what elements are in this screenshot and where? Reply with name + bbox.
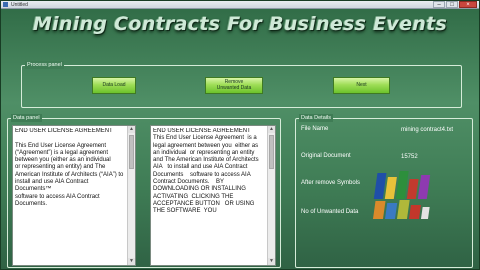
scroll-down-icon[interactable]: ▼ bbox=[128, 258, 135, 265]
original-document-value: 15752 bbox=[401, 154, 418, 160]
unwanted-data-label: No of Unwanted Data bbox=[301, 209, 359, 215]
original-text-scrollbar[interactable]: ▲ ▼ bbox=[127, 126, 135, 265]
title-bar: Untitled – □ × bbox=[1, 1, 479, 9]
scroll-thumb[interactable] bbox=[269, 135, 274, 169]
original-text-box[interactable]: END USER LICENSE AGREEMENT This End User… bbox=[12, 125, 136, 266]
process-panel: Process panel Data Load Remove Unwanted … bbox=[21, 61, 462, 108]
original-text-content[interactable]: END USER LICENSE AGREEMENT This End User… bbox=[15, 128, 126, 265]
minimize-icon[interactable]: – bbox=[433, 1, 445, 8]
process-panel-label: Process panel bbox=[25, 61, 64, 69]
file-name-label: File Name bbox=[301, 126, 329, 132]
decorative-logo-icon bbox=[372, 171, 431, 219]
scroll-up-icon[interactable]: ▲ bbox=[128, 126, 135, 133]
window-controls: – □ × bbox=[432, 1, 477, 8]
scroll-up-icon[interactable]: ▲ bbox=[268, 126, 275, 133]
window-title: Untitled bbox=[11, 2, 28, 8]
file-name-value: mining contract4.txt bbox=[401, 127, 454, 133]
data-panel-label: Data panel bbox=[11, 114, 42, 122]
app-window: Untitled – □ × Mining Contracts For Busi… bbox=[0, 0, 480, 270]
original-document-label: Original Document bbox=[301, 153, 351, 159]
scroll-thumb[interactable] bbox=[129, 135, 134, 169]
window-icon bbox=[3, 2, 8, 7]
data-load-button[interactable]: Data Load bbox=[92, 77, 136, 94]
processed-text-box[interactable]: END USER LICENSE AGREEMENT This End User… bbox=[150, 125, 276, 266]
scroll-down-icon[interactable]: ▼ bbox=[268, 258, 275, 265]
next-button[interactable]: Next bbox=[333, 77, 390, 94]
close-icon[interactable]: × bbox=[459, 1, 477, 8]
data-details-label: Data Details bbox=[299, 114, 333, 122]
page-title: Mining Contracts For Business Events bbox=[32, 13, 448, 35]
maximize-icon[interactable]: □ bbox=[446, 1, 458, 8]
processed-text-scrollbar[interactable]: ▲ ▼ bbox=[267, 126, 275, 265]
data-panel: Data panel END USER LICENSE AGREEMENT Th… bbox=[7, 114, 281, 268]
remove-unwanted-data-button[interactable]: Remove Unwanted Data bbox=[205, 77, 263, 94]
processed-text-content[interactable]: END USER LICENSE AGREEMENT This End User… bbox=[153, 128, 266, 265]
data-details-panel: Data Details File Name mining contract4.… bbox=[295, 114, 473, 268]
after-remove-symbols-label: After remove Symbols bbox=[301, 180, 361, 186]
